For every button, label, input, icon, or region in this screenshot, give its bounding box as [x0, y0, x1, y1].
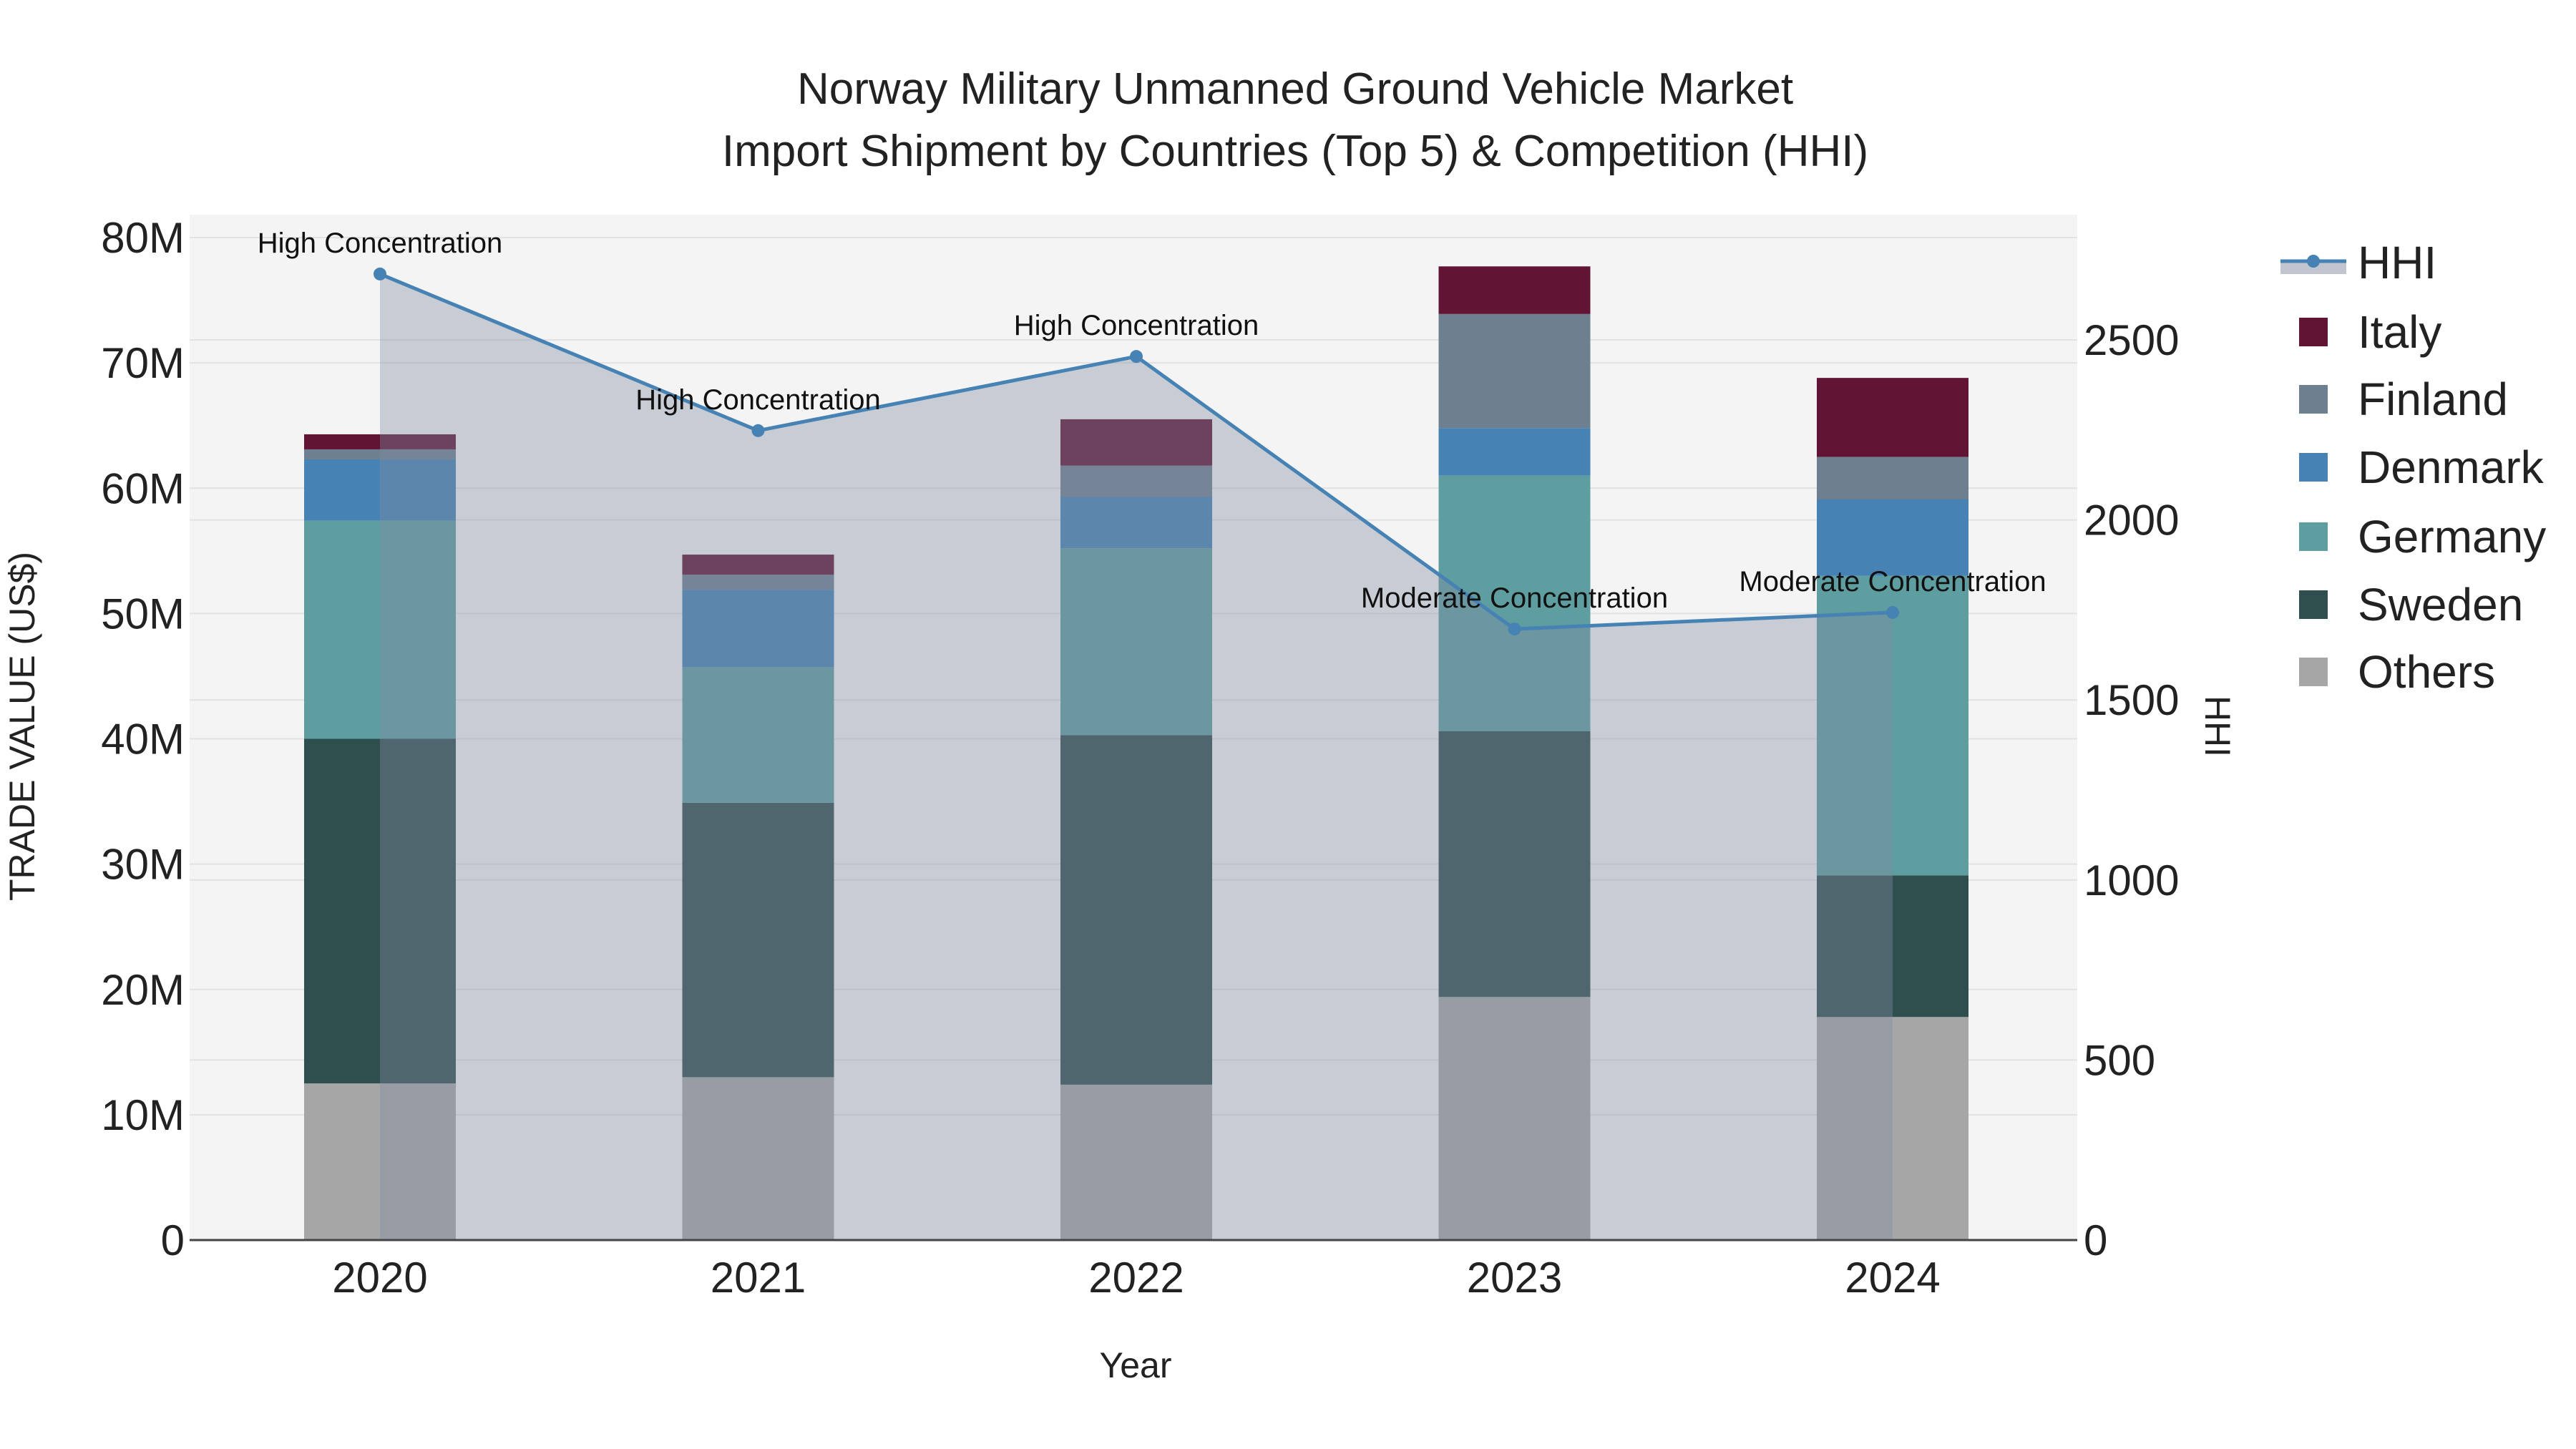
hhi-annotation: Moderate Concentration	[1361, 582, 1668, 614]
hhi-point-2024	[1886, 605, 1899, 619]
y-tick-label: 80M	[101, 214, 185, 262]
legend-swatch-germany	[2299, 522, 2328, 551]
y-tick-label: 0	[161, 1216, 185, 1264]
chart: Norway Military Unmanned Ground Vehicle …	[2, 64, 2546, 1385]
y2-tick-label: 2500	[2084, 316, 2179, 364]
legend-swatch-others	[2299, 658, 2328, 686]
x-tick-label: 2020	[332, 1254, 427, 1302]
x-tick-label: 2023	[1467, 1254, 1562, 1302]
legend-swatch-finland	[2299, 385, 2328, 414]
x-tick-label: 2021	[711, 1254, 806, 1302]
hhi-annotation: High Concentration	[635, 384, 880, 416]
chart-title-line1: Norway Military Unmanned Ground Vehicle …	[797, 64, 1793, 114]
hhi-point-2020	[374, 267, 386, 280]
bar-italy-2024	[1817, 378, 1968, 457]
legend-label-italy: Italy	[2358, 306, 2441, 358]
y2-tick-label: 2000	[2084, 497, 2179, 545]
hhi-annotation: High Concentration	[1014, 310, 1259, 341]
y-tick-label: 20M	[101, 966, 185, 1014]
legend-label-sweden: Sweden	[2358, 579, 2523, 630]
legend-label-others: Others	[2358, 646, 2495, 698]
legend-swatch-hhi-marker	[2307, 255, 2320, 268]
legend-swatch-denmark	[2299, 453, 2328, 482]
legend-label-germany: Germany	[2358, 511, 2546, 562]
x-tick-label: 2022	[1088, 1254, 1184, 1302]
bar-italy-2023	[1438, 266, 1591, 314]
hhi-annotation: Moderate Concentration	[1739, 566, 2046, 597]
legend: HHI Italy Finland Denmark Germany Sweden Other…	[2280, 237, 2546, 698]
y2-tick-label: 500	[2084, 1036, 2155, 1084]
bar-denmark-2024	[1817, 499, 1968, 576]
y2-tick-label: 1000	[2084, 857, 2179, 904]
x-tick-label: 2024	[1845, 1254, 1940, 1302]
bar-finland-2024	[1817, 457, 1968, 500]
hhi-point-2021	[751, 424, 765, 437]
legend-label-finland: Finland	[2358, 374, 2508, 425]
hhi-point-2022	[1130, 350, 1143, 364]
y2-axis-title: HHI	[2197, 696, 2238, 757]
legend-label-denmark: Denmark	[2358, 441, 2545, 493]
y-tick-label: 30M	[101, 841, 185, 889]
hhi-annotation: High Concentration	[258, 228, 502, 259]
legend-label-hhi: HHI	[2358, 237, 2436, 288]
bar-denmark-2023	[1438, 428, 1591, 476]
y2-tick-label: 1500	[2084, 676, 2179, 724]
legend-swatch-italy	[2299, 318, 2328, 346]
bar-finland-2023	[1438, 313, 1591, 429]
y-tick-label: 40M	[101, 716, 185, 763]
y-axis-title: TRADE VALUE (US$)	[2, 552, 42, 901]
y2-tick-label: 0	[2084, 1216, 2107, 1264]
y-tick-label: 60M	[101, 464, 185, 512]
y-tick-label: 70M	[101, 339, 185, 387]
y-tick-label: 50M	[101, 590, 185, 638]
legend-swatch-sweden	[2299, 590, 2328, 619]
chart-title-line2: Import Shipment by Countries (Top 5) & C…	[722, 127, 1868, 176]
y-tick-label: 10M	[101, 1091, 185, 1139]
x-axis-title: Year	[1099, 1345, 1171, 1385]
hhi-point-2023	[1508, 623, 1521, 636]
